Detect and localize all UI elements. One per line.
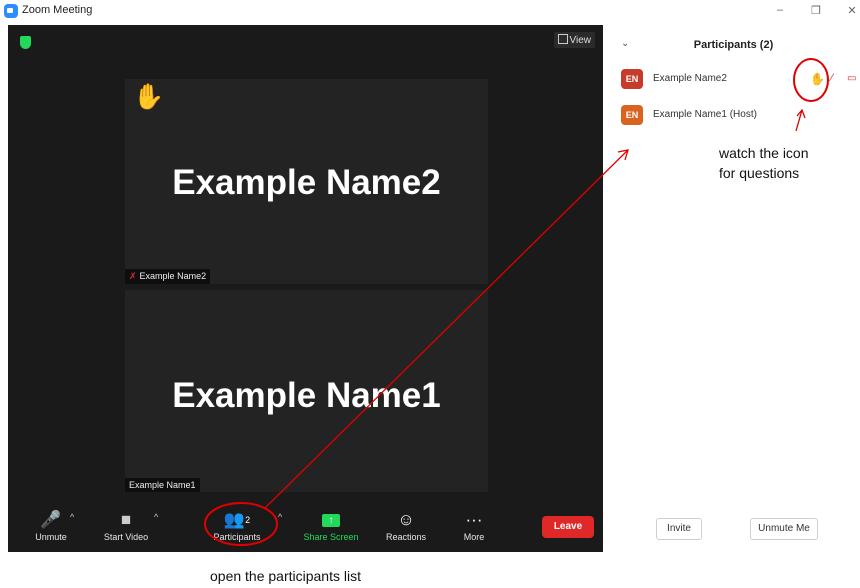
annotation-line: for questions	[719, 165, 800, 181]
hand-icon-highlight-circle	[793, 58, 829, 102]
annotation-overlay	[204, 58, 829, 546]
annotation-line: watch the icon	[719, 145, 809, 161]
participants-highlight-circle	[204, 502, 278, 546]
annotation-open-participants: open the participants list	[210, 568, 361, 584]
annotation-watch-icon: watch the icon for questions	[719, 143, 859, 183]
arrow-to-panel	[264, 149, 629, 509]
